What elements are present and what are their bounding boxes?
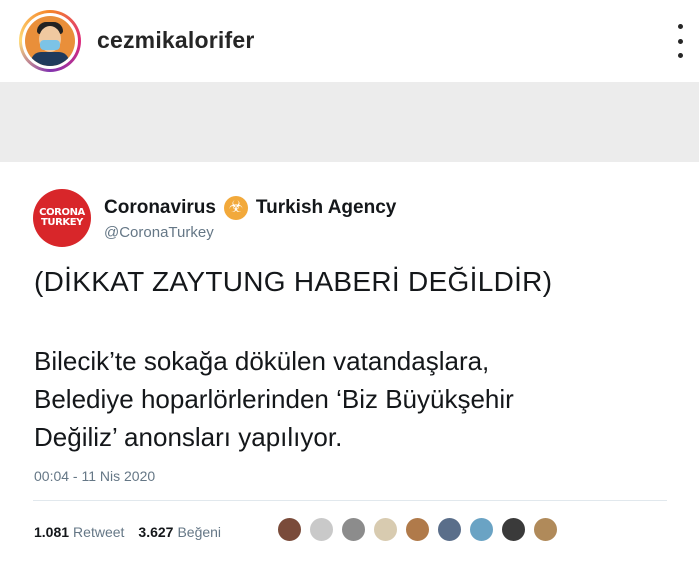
tweet-screenshot: CORONA TURKEY Coronavirus ☣ Turkish Agen… xyxy=(0,162,699,565)
divider xyxy=(33,500,667,501)
liker-avatar[interactable] xyxy=(532,516,559,543)
display-name-part2: Turkish Agency xyxy=(255,197,397,218)
instagram-post-header: cezmikalorifer xyxy=(0,0,699,82)
profile-avatar[interactable] xyxy=(19,10,81,72)
liker-avatar[interactable] xyxy=(340,516,367,543)
tweet-stats: 1.081 Retweet 3.627 Beğeni xyxy=(34,524,235,540)
image-top-band xyxy=(0,82,699,162)
more-dot xyxy=(677,24,683,29)
like-count: 3.627 xyxy=(138,524,174,540)
username[interactable]: cezmikalorifer xyxy=(97,27,255,54)
more-vertical-icon[interactable] xyxy=(675,24,685,58)
retweet-label: Retweet xyxy=(73,524,125,540)
avatar-inner xyxy=(22,13,78,69)
like-label: Beğeni xyxy=(177,524,222,540)
tweet-body-line: Değiliz’ anonsları yapılıyor. xyxy=(34,422,343,452)
avatar-text-line2: TURKEY xyxy=(40,217,84,228)
tweet-body-line: Bilecik’te sokağa dökülen vatandaşlara, xyxy=(34,346,490,376)
tweet-display-name: Coronavirus ☣ Turkish Agency xyxy=(104,196,396,220)
liker-avatar[interactable] xyxy=(468,516,495,543)
avatar-image xyxy=(25,16,75,66)
liker-avatar[interactable] xyxy=(372,516,399,543)
liker-avatar[interactable] xyxy=(404,516,431,543)
liker-avatars xyxy=(276,516,564,543)
tweet-avatar: CORONA TURKEY xyxy=(33,189,91,247)
liker-avatar[interactable] xyxy=(276,516,303,543)
liker-avatar[interactable] xyxy=(308,516,335,543)
more-dot xyxy=(677,53,683,58)
display-name-part1: Coronavirus xyxy=(104,197,216,218)
tweet-body-line: Belediye hoparlörlerinden ‘Biz Büyükşehi… xyxy=(34,384,514,414)
avatar-mask xyxy=(40,40,60,50)
tweet-body: Bilecik’te sokağa dökülen vatandaşlara, … xyxy=(34,342,674,456)
tweet-timestamp: 00:04 - 11 Nis 2020 xyxy=(34,468,156,484)
liker-avatar[interactable] xyxy=(436,516,463,543)
avatar-body xyxy=(31,52,69,66)
retweet-count: 1.081 xyxy=(34,524,70,540)
tweet-handle: @CoronaTurkey xyxy=(104,224,214,241)
tweet-warning-text: (DİKKAT ZAYTUNG HABERİ DEĞİLDİR) xyxy=(34,266,553,297)
biohazard-icon: ☣ xyxy=(223,196,248,220)
liker-avatar[interactable] xyxy=(500,516,527,543)
more-dot xyxy=(677,38,683,44)
